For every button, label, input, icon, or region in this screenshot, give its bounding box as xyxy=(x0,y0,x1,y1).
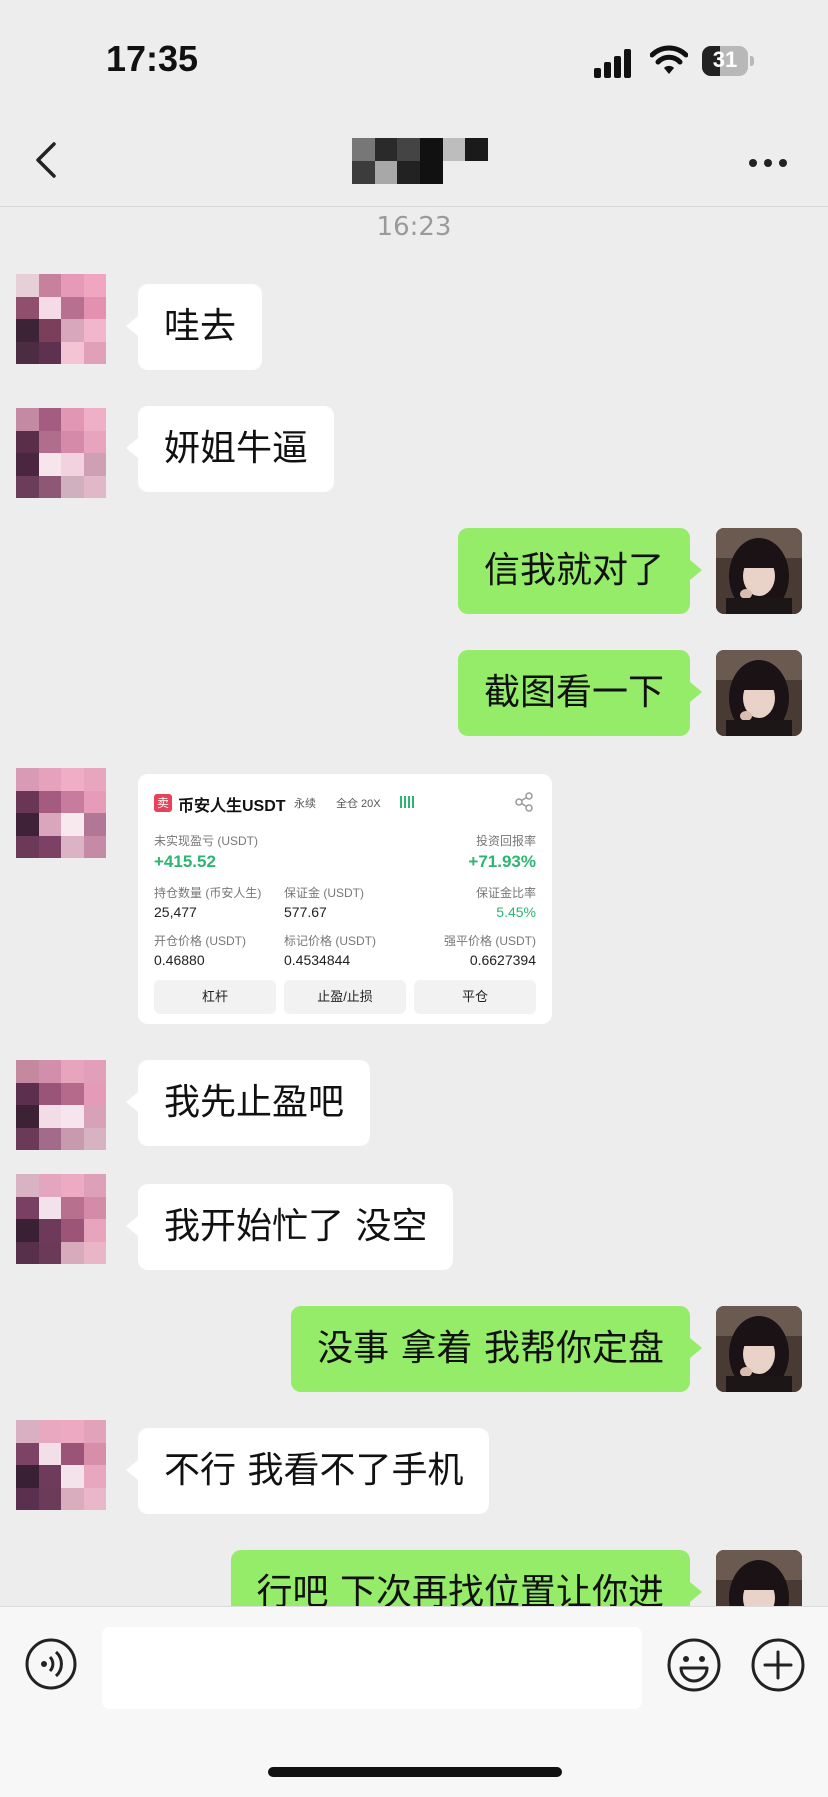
contact-avatar[interactable] xyxy=(16,768,106,858)
contact-avatar[interactable] xyxy=(16,408,106,498)
my-avatar[interactable] xyxy=(716,528,802,614)
more-options-icon[interactable] xyxy=(748,158,788,168)
composer-bar xyxy=(0,1606,828,1797)
emoji-icon[interactable] xyxy=(666,1637,722,1693)
status-bar: 17:35 31 xyxy=(0,0,828,110)
open-price-label: 开仓价格 (USDT) xyxy=(154,934,246,948)
share-icon xyxy=(515,792,533,812)
message-input[interactable] xyxy=(102,1627,642,1709)
contact-avatar[interactable] xyxy=(16,1060,106,1150)
back-icon[interactable] xyxy=(30,140,66,180)
roi-value: +71.93% xyxy=(468,852,536,871)
trade-screenshot-card[interactable]: 卖 币安人生USDT 永续 全仓 20X 未实现盈亏 (USDT) +415.5… xyxy=(138,774,552,1024)
message-timestamp: 16:23 xyxy=(376,212,452,242)
home-indicator xyxy=(268,1767,562,1777)
chat-header xyxy=(0,110,828,207)
add-attachment-icon[interactable] xyxy=(750,1637,806,1693)
tp-sl-button: 止盈/止损 xyxy=(284,980,406,1014)
wifi-icon xyxy=(650,45,688,74)
contact-avatar[interactable] xyxy=(16,1174,106,1264)
message-bubble[interactable]: 截图看一下 xyxy=(457,650,703,736)
card-header: 卖 币安人生USDT 永续 全仓 20X xyxy=(154,792,536,818)
contact-avatar[interactable] xyxy=(16,274,106,364)
status-time: 17:35 xyxy=(106,38,199,79)
message-bubble[interactable]: 我先止盈吧 xyxy=(125,1060,371,1146)
message-bubble[interactable]: 哇去 xyxy=(125,284,263,370)
margin-ratio-value: 5.45% xyxy=(496,904,536,920)
margin-mode-tag: 全仓 20X xyxy=(336,798,381,810)
contract-type-tag: 永续 xyxy=(294,798,316,810)
mark-price-label: 标记价格 (USDT) xyxy=(284,934,376,948)
signal-icon xyxy=(594,49,631,78)
mark-price-value: 0.4534844 xyxy=(284,952,351,968)
liquidation-price-value: 0.6627394 xyxy=(469,952,536,968)
roi-label: 投资回报率 xyxy=(475,834,536,848)
leverage-button: 杠杆 xyxy=(154,980,276,1014)
my-avatar[interactable] xyxy=(716,1306,802,1392)
battery-icon: 31 xyxy=(702,46,754,78)
liquidation-price-label: 强平价格 (USDT) xyxy=(444,934,536,948)
user-photo-icon xyxy=(716,1306,802,1392)
message-bubble[interactable]: 我开始忙了 没空 xyxy=(125,1184,454,1270)
contact-avatar[interactable] xyxy=(16,1420,106,1510)
message-bubble[interactable]: 妍姐牛逼 xyxy=(125,406,335,492)
chat-title-redacted xyxy=(352,138,488,184)
sell-badge: 卖 xyxy=(154,794,172,812)
my-avatar[interactable] xyxy=(716,650,802,736)
user-photo-icon xyxy=(716,528,802,614)
margin-value: 577.67 xyxy=(284,904,327,920)
message-bubble[interactable]: 没事 拿着 我帮你定盘 xyxy=(291,1306,702,1392)
position-qty-label: 持仓数量 (币安人生) xyxy=(154,886,262,900)
unrealized-pnl-label: 未实现盈亏 (USDT) xyxy=(154,834,258,848)
margin-label: 保证金 (USDT) xyxy=(284,886,364,900)
open-price-value: 0.46880 xyxy=(154,952,205,968)
battery-percent: 31 xyxy=(712,47,738,72)
user-photo-icon xyxy=(716,650,802,736)
strength-bars-icon xyxy=(400,796,414,808)
unrealized-pnl-value: +415.52 xyxy=(154,852,216,871)
message-bubble[interactable]: 信我就对了 xyxy=(457,528,703,614)
message-bubble[interactable]: 不行 我看不了手机 xyxy=(125,1428,490,1514)
margin-ratio-label: 保证金比率 xyxy=(475,886,536,900)
trading-pair: 币安人生USDT xyxy=(178,798,286,815)
position-qty-value: 25,477 xyxy=(154,904,197,920)
close-position-button: 平仓 xyxy=(414,980,536,1014)
voice-input-icon[interactable] xyxy=(24,1637,78,1691)
